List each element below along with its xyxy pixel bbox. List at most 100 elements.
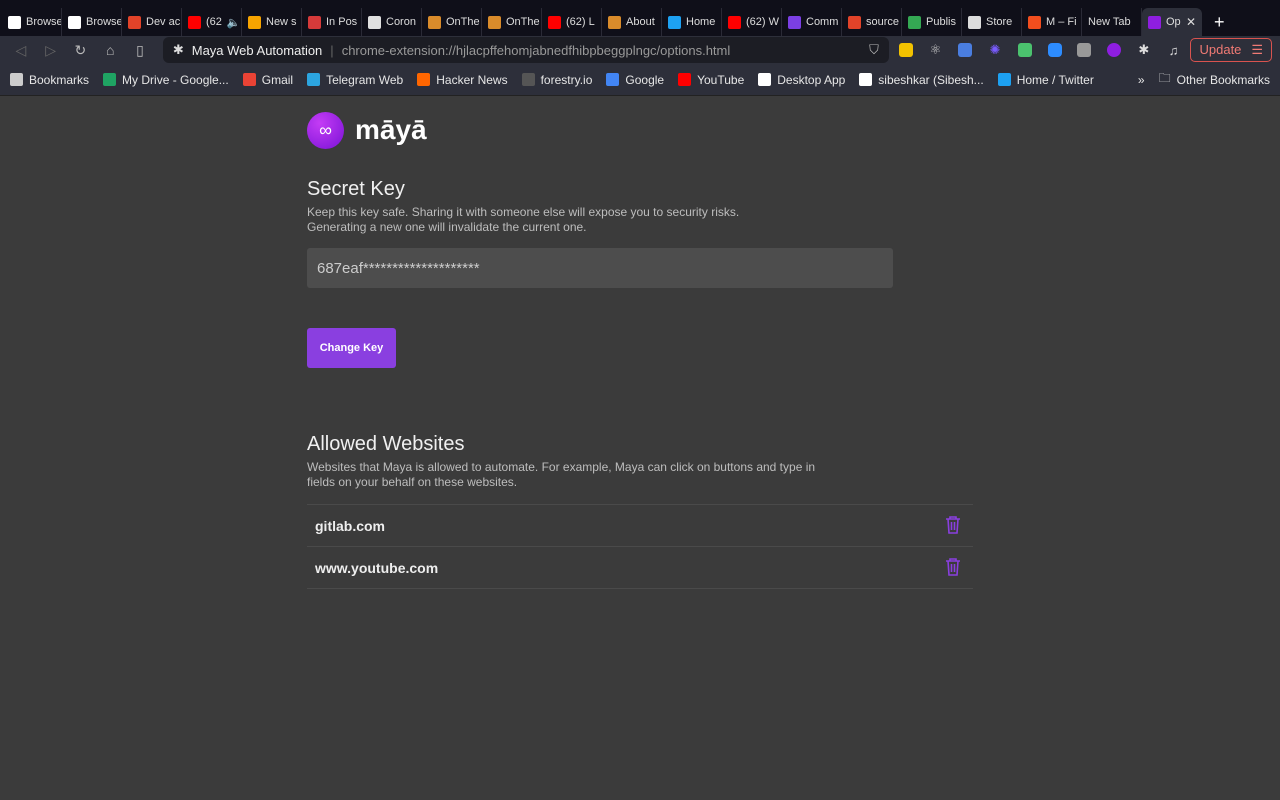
media-controls-icon[interactable]: ♫: [1161, 40, 1187, 60]
brave-shield-icon[interactable]: ⛉: [869, 42, 879, 58]
trash-icon[interactable]: [945, 515, 961, 537]
forward-icon[interactable]: ▷: [38, 42, 64, 59]
tab[interactable]: (62) L: [542, 8, 602, 36]
tab[interactable]: New Tab: [1082, 8, 1142, 36]
slash-icon: [488, 15, 501, 29]
other-bookmarks-group: » 🗀 Other Bookmarks: [1138, 69, 1270, 90]
sunrise-icon: [248, 15, 261, 29]
bookmark-icon[interactable]: ▯: [127, 42, 153, 59]
bookmark-item[interactable]: Bookmarks: [10, 73, 89, 87]
twitter-icon: [997, 73, 1011, 86]
tab-title: Browser: [86, 16, 121, 28]
tab[interactable]: New s: [242, 8, 302, 36]
tab[interactable]: OnThe: [422, 8, 482, 36]
more-bookmarks-icon[interactable]: »: [1138, 73, 1145, 87]
tab-title: Home: [686, 16, 716, 28]
translate-extension-icon[interactable]: [952, 40, 978, 60]
bookmark-label: forestry.io: [540, 72, 593, 87]
allowed-website-row: gitlab.com: [307, 505, 973, 547]
zoom-extension-icon[interactable]: [1042, 40, 1068, 60]
tab-title: About: [626, 16, 655, 28]
tab[interactable]: Store: [962, 8, 1022, 36]
update-button[interactable]: Update ☰: [1190, 38, 1273, 62]
brand-name: māyā: [355, 114, 427, 145]
tab[interactable]: Comm: [782, 8, 842, 36]
bookmark-label: Gmail: [261, 72, 294, 87]
bookmark-item[interactable]: Hacker News: [417, 73, 508, 87]
google-icon: [606, 73, 620, 86]
tab-title: source: [866, 16, 900, 28]
tab[interactable]: Browser: [2, 8, 62, 36]
bookmark-item[interactable]: sibeshkar (Sibesh...: [859, 72, 984, 87]
tab-title: Dev ac: [146, 16, 181, 28]
bookmark-label: Telegram Web: [326, 72, 404, 87]
forestry-icon: [521, 73, 535, 86]
bookmarks-icon: [10, 73, 23, 86]
tab[interactable]: Dev ac: [122, 8, 182, 36]
bookmark-item[interactable]: My Drive - Google...: [103, 73, 229, 87]
bookmark-item[interactable]: YouTube: [678, 73, 744, 87]
tab[interactable]: OnThe: [482, 8, 542, 36]
youtube-icon: [548, 15, 561, 29]
change-key-button[interactable]: Change Key: [307, 328, 396, 368]
youtube-icon: [728, 15, 741, 29]
new-tab-button[interactable]: +: [1202, 8, 1237, 36]
react-devtools-icon[interactable]: ⚛: [923, 40, 949, 60]
bookmark-item[interactable]: Desktop App: [758, 73, 845, 87]
bookmark-item[interactable]: Gmail: [242, 72, 294, 87]
trash-icon[interactable]: [945, 557, 961, 579]
tab-strip: Browser Browser Dev ac (62 🔈 New s In Pos Coron…: [0, 0, 1280, 36]
twitter-icon: [668, 15, 681, 29]
reload-icon[interactable]: ↻: [68, 42, 94, 59]
tab[interactable]: Browser: [62, 8, 122, 36]
maya-logo: ∞ māyā: [307, 111, 973, 149]
maya-extension-icon[interactable]: [1101, 40, 1127, 60]
audio-icon[interactable]: 🔈: [227, 16, 241, 29]
tab[interactable]: In Pos: [302, 8, 362, 36]
update-label: Update: [1199, 42, 1242, 57]
other-bookmarks[interactable]: 🗀 Other Bookmarks: [1159, 69, 1270, 90]
hacker-news-icon: [417, 73, 431, 86]
tab[interactable]: Op ✕: [1142, 8, 1202, 36]
tab[interactable]: (62) W: [722, 8, 782, 36]
address-bar[interactable]: ✱ Maya Web Automation | chrome-extension…: [162, 37, 889, 63]
tab[interactable]: source: [842, 8, 902, 36]
bookmark-label: sibeshkar (Sibesh...: [878, 72, 984, 87]
close-tab-icon[interactable]: ✕: [1186, 15, 1196, 29]
tab-title: Browser: [26, 16, 61, 28]
tab-title: Coron: [386, 16, 416, 28]
tab[interactable]: About: [602, 8, 662, 36]
figma-icon: [1028, 15, 1041, 29]
allowed-websites-description: Websites that Maya is allowed to automat…: [307, 460, 816, 489]
bookmark-item[interactable]: Google: [606, 73, 664, 87]
other-bookmarks-label: Other Bookmarks: [1176, 72, 1270, 87]
secret-key-description: Keep this key safe. Sharing it with some…: [307, 205, 973, 235]
site-name: Maya Web Automation: [191, 42, 323, 58]
tab[interactable]: Coron: [362, 8, 422, 36]
tab[interactable]: Publis: [902, 8, 962, 36]
tab[interactable]: M – Fi: [1022, 8, 1082, 36]
maya-icon: [1148, 15, 1161, 29]
youtube-icon: [678, 73, 692, 86]
tab-title: M – Fi: [1046, 16, 1077, 28]
home-icon[interactable]: ⌂: [97, 42, 123, 58]
bookmark-item[interactable]: Home / Twitter: [997, 73, 1094, 87]
bookmark-item[interactable]: forestry.io: [521, 72, 593, 87]
tab-title: (62) W: [746, 16, 779, 28]
notion-icon: [68, 15, 81, 29]
tab[interactable]: Home: [662, 8, 722, 36]
gitlab-icon: [848, 15, 861, 29]
sun-extension-icon[interactable]: ✺: [982, 40, 1008, 60]
profile-extension-icon[interactable]: [1071, 40, 1097, 60]
fs-icon: [308, 15, 321, 29]
mail-extension-icon[interactable]: [1012, 40, 1038, 60]
tab-title: Publis: [926, 16, 956, 28]
tab-title: (62) L: [566, 16, 595, 28]
download-extension-icon[interactable]: [893, 40, 919, 60]
bookmark-label: Bookmarks: [29, 72, 90, 87]
tab[interactable]: (62 🔈: [182, 8, 242, 36]
bookmark-item[interactable]: Telegram Web: [307, 73, 403, 87]
secret-key-field[interactable]: 687eaf********************: [307, 248, 893, 288]
extensions-icon[interactable]: ✱: [1131, 40, 1157, 60]
back-icon[interactable]: ◁: [8, 42, 34, 59]
